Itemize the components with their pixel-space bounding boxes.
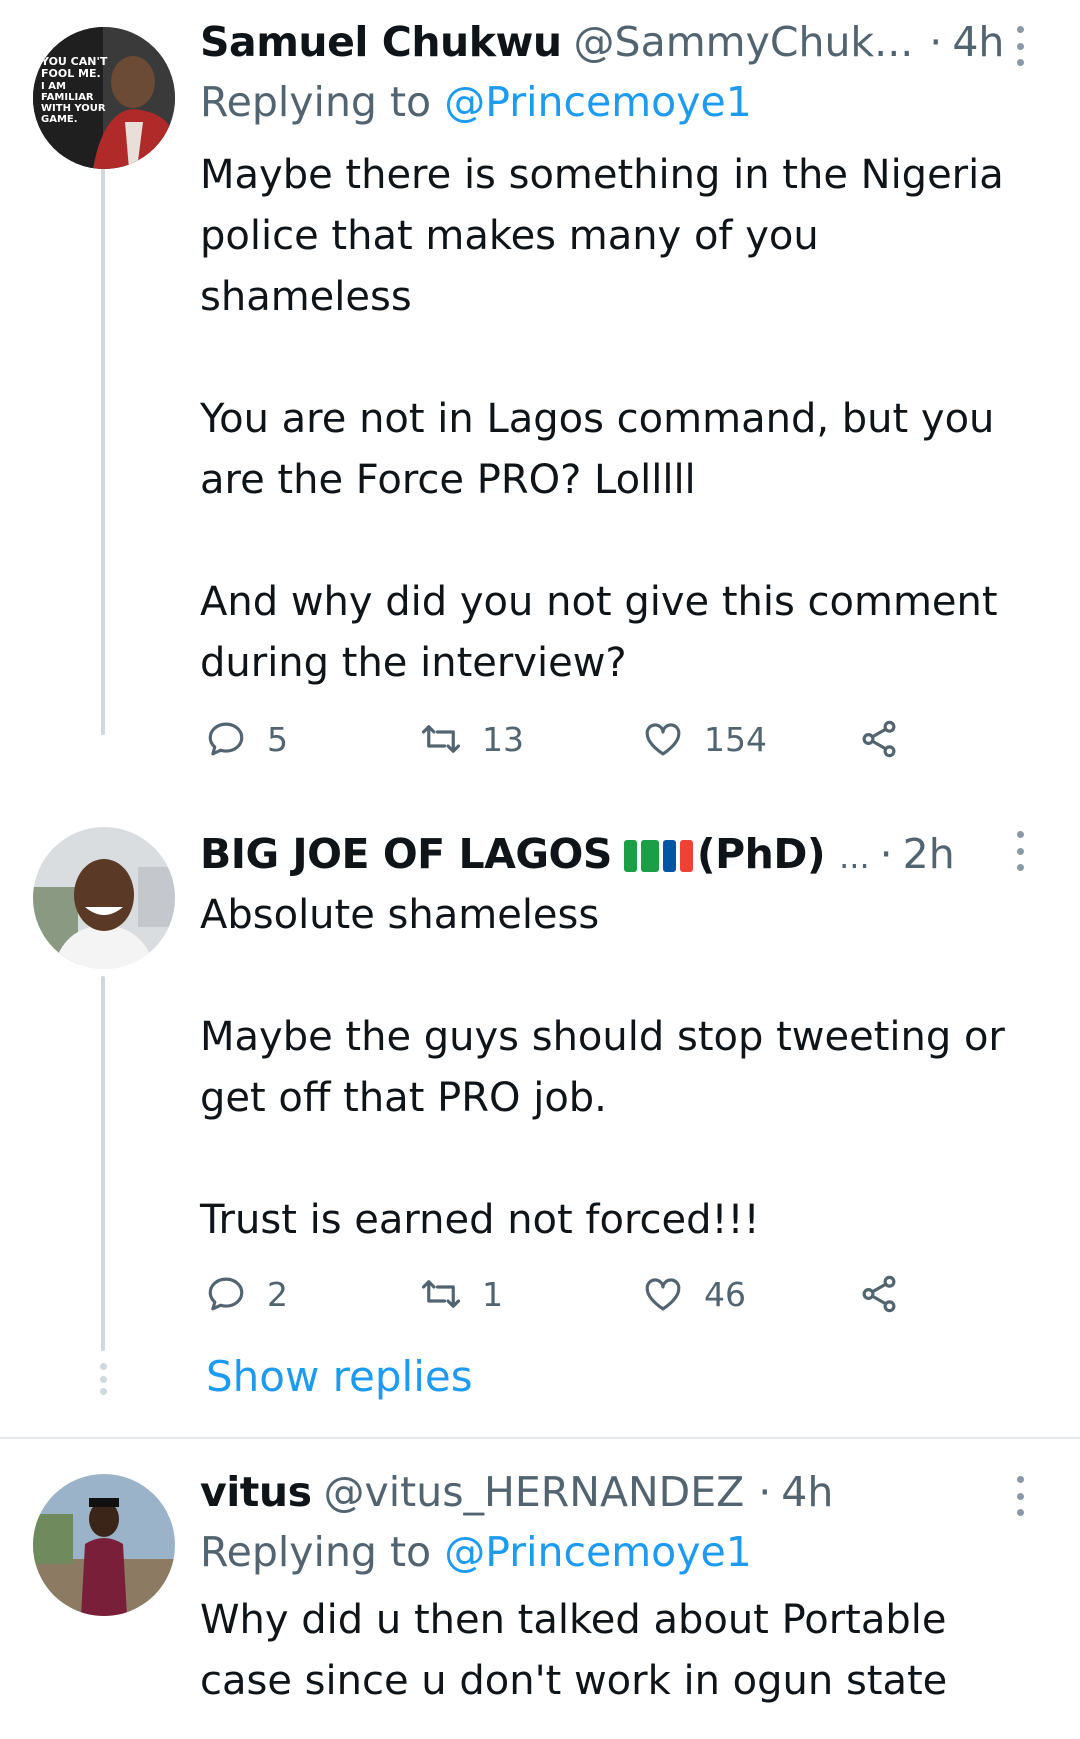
more-icon[interactable] [1015,1476,1025,1516]
more-icon[interactable] [1015,831,1025,871]
avatar-image: YOU CAN'T FOOL ME. I AM FAMILIAR WITH YO… [33,27,175,169]
display-name-suffix[interactable]: (PhD) [697,830,826,878]
tweet-paragraph: Trust is earned not forced!!! [200,1197,760,1243]
share-icon [862,1275,896,1313]
tweet-header: vitus @vitus_HERNANDEZ · 4h [200,1468,833,1516]
replying-to-prefix: Replying to [200,78,432,126]
tweet-text: Absolute shameless Maybe the guys should… [200,885,1030,1251]
timestamp[interactable]: 4h [952,18,1004,66]
tweet-header: Samuel Chukwu @SammyChuk... · 4h [200,18,1004,66]
reply-icon [208,1277,244,1311]
retweet-count: 1 [482,1274,503,1314]
tweet-paragraph: Maybe the guys should stop tweeting or g… [200,1014,1005,1121]
separator-dot: · [879,830,893,878]
share-button[interactable] [858,1273,900,1315]
user-handle[interactable]: @vitus_HERNANDEZ [323,1468,744,1516]
svg-text:FAMILIAR: FAMILIAR [41,92,94,103]
tweet-paragraph: And why did you not give this comment du… [200,579,998,686]
reply-count: 5 [267,719,288,759]
retweet-icon [421,1280,461,1308]
divider [0,1437,1080,1439]
avatar[interactable] [33,827,175,969]
like-count: 46 [704,1274,746,1314]
avatar-image [33,827,175,969]
timestamp[interactable]: 2h [903,830,955,878]
user-handle[interactable]: @SammyChuk... [574,18,914,66]
reply-button[interactable]: 2 [205,1273,288,1315]
tweet-header: BIG JOE OF LAGOS (PhD) ... · 2h [200,830,955,878]
like-button[interactable]: 154 [642,718,767,760]
retweet-icon [421,725,461,753]
like-button[interactable]: 46 [642,1273,746,1315]
nigeria-flag-icon [623,840,637,872]
france-flag-icon [662,840,676,872]
display-name[interactable]: BIG JOE OF LAGOS [200,830,612,878]
flag-emojis [623,840,697,872]
svg-text:FOOL ME.: FOOL ME. [41,67,101,80]
retweet-button[interactable]: 13 [420,718,524,760]
thread-gap-dots [98,1363,108,1395]
like-icon [645,723,681,756]
replying-to: Replying to @Princemoye1 [200,78,752,126]
separator-dot: · [758,1468,772,1516]
reply-button[interactable]: 5 [205,718,288,760]
replying-to: Replying to @Princemoye1 [200,1528,752,1576]
avatar[interactable]: YOU CAN'T FOOL ME. I AM FAMILIAR WITH YO… [33,27,175,169]
retweet-button[interactable]: 1 [420,1273,503,1315]
display-name[interactable]: Samuel Chukwu [200,18,562,66]
like-count: 154 [704,719,767,759]
tweet-actions: 2 1 46 [205,1273,925,1323]
timestamp[interactable]: 4h [781,1468,833,1516]
tweet-paragraph: Absolute shameless [200,892,600,938]
svg-text:WITH YOUR: WITH YOUR [41,103,106,114]
replying-to-prefix: Replying to [200,1528,432,1576]
tweet-paragraph: Maybe there is something in the Nigeria … [200,152,1004,320]
more-icon[interactable] [1015,26,1025,66]
nigeria-flag-icon [640,840,659,872]
tweet-paragraph: Why did u then talked about Portable cas… [200,1597,948,1704]
reply-count: 2 [267,1274,288,1314]
thread-line [101,976,105,1351]
show-replies-link[interactable]: Show replies [206,1352,473,1401]
avatar-image [33,1474,175,1616]
reply-icon [208,722,244,756]
svg-text:I AM: I AM [41,81,66,92]
tweet-text: Maybe there is something in the Nigeria … [200,145,1030,694]
truncated-handle[interactable]: ... [839,838,870,876]
separator-dot: · [929,18,943,66]
share-button[interactable] [858,718,900,760]
svg-text:GAME.: GAME. [41,114,78,125]
retweet-count: 13 [482,719,524,759]
like-icon [645,1278,681,1311]
tweet-text: Why did u then talked about Portable cas… [200,1590,1030,1739]
replying-to-link[interactable]: @Princemoye1 [444,78,752,126]
thread-line [101,155,105,735]
replying-to-link[interactable]: @Princemoye1 [444,1528,752,1576]
france-flag-icon [679,840,693,872]
tweet-paragraph: You are not in Lagos command, but you ar… [200,396,995,503]
avatar[interactable] [33,1474,175,1616]
share-icon [862,720,896,758]
tweet-actions: 5 13 154 [205,718,925,768]
display-name[interactable]: vitus [200,1468,312,1516]
